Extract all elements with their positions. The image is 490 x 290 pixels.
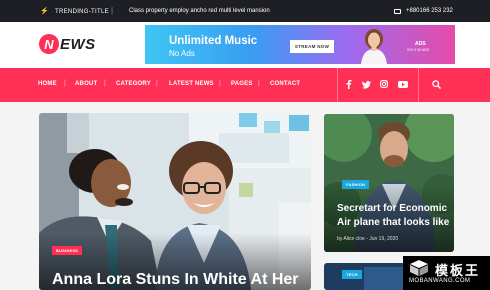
flash-icon: ⚡: [40, 8, 50, 15]
category-badge[interactable]: FASHION: [342, 180, 370, 189]
side-story-meta: by Alice cloe - Jun 19, 2020: [337, 236, 399, 242]
watermark: 模板王 MOBANWANG.COM: [403, 256, 490, 290]
category-badge[interactable]: BUSINESS: [52, 246, 83, 255]
trending-headline[interactable]: Class property employ ancho red multi le…: [129, 8, 270, 14]
nav-category[interactable]: CATEGORY: [116, 81, 151, 87]
nav-home[interactable]: HOME: [38, 81, 57, 87]
facebook-icon[interactable]: [346, 80, 352, 89]
logo-mark: N: [39, 34, 59, 54]
nav-divider: |: [64, 80, 66, 87]
ad-subtitle: No Ads: [169, 49, 195, 58]
ad-title: Unlimited Music: [169, 35, 258, 47]
nav-about[interactable]: ABOUT: [75, 81, 97, 87]
instagram-icon[interactable]: [380, 80, 388, 88]
nav-pages[interactable]: PAGES: [231, 81, 253, 87]
logo-text: EWS: [60, 35, 96, 53]
site-logo[interactable]: N EWS: [39, 34, 96, 54]
nav-divider: |: [104, 80, 106, 87]
ad-banner[interactable]: Unlimited Music No Ads STREAM NOW ADS 97…: [145, 25, 455, 64]
side-story-card[interactable]: FASHION Secretart for Economic Air plane…: [324, 114, 454, 252]
phone-icon: [394, 8, 401, 14]
divider: |: [111, 6, 114, 15]
nav-divider: |: [156, 80, 158, 87]
trending-label[interactable]: ⚡ TRENDING-TITLE: [40, 8, 109, 15]
search-icon[interactable]: [432, 80, 441, 89]
featured-story-card[interactable]: BUSINESS Anna Lora Stuns In White At Her: [39, 113, 311, 290]
trending-text: TRENDING-TITLE: [55, 8, 109, 15]
featured-story-title[interactable]: Anna Lora Stuns In White At Her: [52, 271, 299, 289]
ad-model-image: [361, 29, 387, 64]
nav-divider: |: [258, 80, 260, 87]
category-badge[interactable]: TECH: [342, 270, 362, 279]
watermark-title: 模板王: [435, 263, 481, 278]
phone-number: +880166 253 232: [406, 8, 453, 14]
nav-latest-news[interactable]: LATEST NEWS: [169, 81, 214, 87]
twitter-icon[interactable]: [362, 81, 371, 89]
nav-contact[interactable]: CONTACT: [270, 81, 300, 87]
nav-separator: [418, 68, 419, 102]
ad-size-label: 970 X 90 ADS: [407, 48, 429, 52]
ad-label: ADS: [415, 41, 426, 47]
cube-logo-icon: [410, 260, 428, 276]
watermark-url: MOBANWANG.COM: [409, 278, 471, 284]
side-story-title[interactable]: Secretart for Economic Air plane that lo…: [337, 202, 454, 230]
nav-separator: [337, 68, 338, 102]
main-navigation: HOME | ABOUT | CATEGORY | LATEST NEWS | …: [0, 68, 490, 102]
top-bar: ⚡ TRENDING-TITLE | Class property employ…: [0, 0, 490, 22]
youtube-icon[interactable]: [398, 81, 408, 88]
nav-divider: |: [219, 80, 221, 87]
phone-contact[interactable]: +880166 253 232: [394, 8, 453, 14]
stream-now-button[interactable]: STREAM NOW: [290, 40, 334, 53]
featured-story-image: [39, 113, 311, 290]
